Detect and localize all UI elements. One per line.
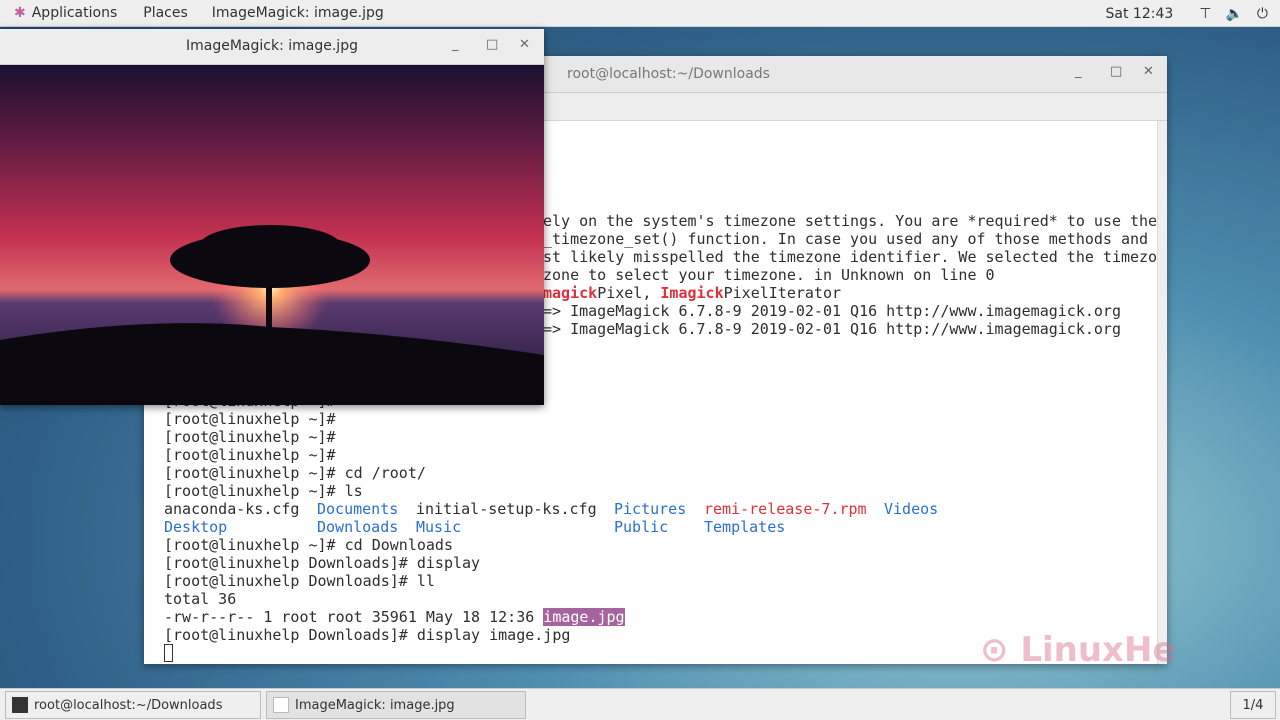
ls-file: initial-setup-ks.cfg bbox=[416, 500, 597, 518]
selected-filename[interactable]: image.jpg bbox=[543, 608, 625, 626]
terminal-cursor bbox=[164, 644, 173, 662]
taskbar: root@localhost:~/Downloads ImageMagick: … bbox=[0, 688, 1280, 720]
output-line: _timezone_set() function. In case you us… bbox=[543, 230, 1149, 248]
places-menu[interactable]: Places bbox=[143, 5, 188, 21]
output-line: magickPixel, ImagickPixelIterator bbox=[543, 284, 841, 302]
workspace-switcher[interactable]: 1/4 bbox=[1230, 691, 1276, 719]
ls-dir: Videos bbox=[884, 500, 939, 518]
imagemagick-window[interactable]: ImageMagick: image.jpg _ □ ✕ bbox=[0, 29, 544, 405]
prompt-line: [root@linuxhelp ~]# ls bbox=[164, 482, 363, 500]
text: PixelIterator bbox=[723, 284, 842, 302]
ls-dir: Desktop bbox=[164, 518, 228, 536]
watermark-logo: ⊙ LinuxHe bbox=[980, 630, 1176, 670]
imagick-word: Imagick bbox=[660, 284, 724, 302]
applications-icon: ✱ bbox=[14, 5, 26, 21]
ls-dir: Documents bbox=[317, 500, 399, 518]
taskbar-item-imagemagick[interactable]: ImageMagick: image.jpg bbox=[266, 691, 526, 719]
output-line: total 36 bbox=[164, 590, 237, 608]
image-window-title: ImageMagick: image.jpg bbox=[186, 38, 358, 54]
terminal-title: root@localhost:~/Downloads bbox=[567, 66, 770, 82]
output-line: ely on the system's timezone settings. Y… bbox=[543, 212, 1158, 230]
prompt-line: [root@linuxhelp Downloads]# display bbox=[164, 554, 481, 572]
image-titlebar[interactable]: ImageMagick: image.jpg _ □ ✕ bbox=[0, 29, 544, 65]
workspace-label: 1/4 bbox=[1242, 697, 1264, 713]
output-line: st likely misspelled the timezone identi… bbox=[543, 248, 1158, 266]
close-button[interactable]: ✕ bbox=[1143, 64, 1154, 79]
taskbar-label: root@localhost:~/Downloads bbox=[34, 697, 223, 713]
sunset-tree-image[interactable] bbox=[0, 65, 544, 405]
image-icon bbox=[273, 697, 289, 713]
terminal-scrollbar[interactable] bbox=[1157, 121, 1167, 664]
clock[interactable]: Sat 12:43 bbox=[1106, 6, 1174, 22]
text: Pixel, bbox=[597, 284, 661, 302]
output-line: => ImageMagick 6.7.8-9 2019-02-01 Q16 ht… bbox=[543, 320, 1121, 338]
file-meta: -rw-r--r-- 1 root root 35961 May 18 12:3… bbox=[164, 608, 544, 626]
prompt-line: [root@linuxhelp ~]# cd Downloads bbox=[164, 536, 453, 554]
file-listing: -rw-r--r-- 1 root root 35961 May 18 12:3… bbox=[164, 608, 625, 626]
ls-file: anaconda-ks.cfg bbox=[164, 500, 300, 518]
taskbar-label: ImageMagick: image.jpg bbox=[295, 697, 455, 713]
top-bar: ✱ Applications Places ImageMagick: image… bbox=[0, 0, 1280, 27]
ls-dir: Pictures bbox=[614, 500, 687, 518]
imagick-word: magick bbox=[543, 284, 598, 302]
volume-icon[interactable]: 🔈 bbox=[1225, 6, 1242, 22]
terminal-icon bbox=[12, 697, 28, 713]
minimize-button[interactable]: _ bbox=[452, 37, 459, 52]
applications-menu[interactable]: Applications bbox=[32, 5, 118, 21]
prompt-line: [root@linuxhelp ~]# cd /root/ bbox=[164, 464, 426, 482]
maximize-button[interactable]: □ bbox=[486, 37, 498, 52]
ls-dir: Music bbox=[416, 518, 462, 536]
output-line: => ImageMagick 6.7.8-9 2019-02-01 Q16 ht… bbox=[543, 302, 1121, 320]
close-button[interactable]: ✕ bbox=[519, 37, 530, 52]
ls-dir: Templates bbox=[704, 518, 786, 536]
active-window-menu[interactable]: ImageMagick: image.jpg bbox=[212, 5, 384, 21]
prompt-line: [root@linuxhelp ~]# bbox=[164, 446, 336, 464]
ls-dir: Public bbox=[614, 518, 669, 536]
output-line: zone to select your timezone. in Unknown… bbox=[543, 266, 995, 284]
prompt-line: [root@linuxhelp Downloads]# display imag… bbox=[164, 626, 571, 644]
prompt-line: [root@linuxhelp ~]# bbox=[164, 410, 336, 428]
taskbar-item-terminal[interactable]: root@localhost:~/Downloads bbox=[5, 691, 261, 719]
prompt-line: [root@linuxhelp Downloads]# ll bbox=[164, 572, 435, 590]
maximize-button[interactable]: □ bbox=[1110, 64, 1122, 79]
prompt-line: [root@linuxhelp ~]# bbox=[164, 428, 336, 446]
ls-dir: Downloads bbox=[317, 518, 399, 536]
power-icon[interactable]: ⏻ bbox=[1257, 6, 1268, 22]
ls-archive: remi-release-7.rpm bbox=[704, 500, 867, 518]
network-icon[interactable]: ⊤ bbox=[1199, 6, 1211, 22]
minimize-button[interactable]: _ bbox=[1075, 64, 1082, 79]
